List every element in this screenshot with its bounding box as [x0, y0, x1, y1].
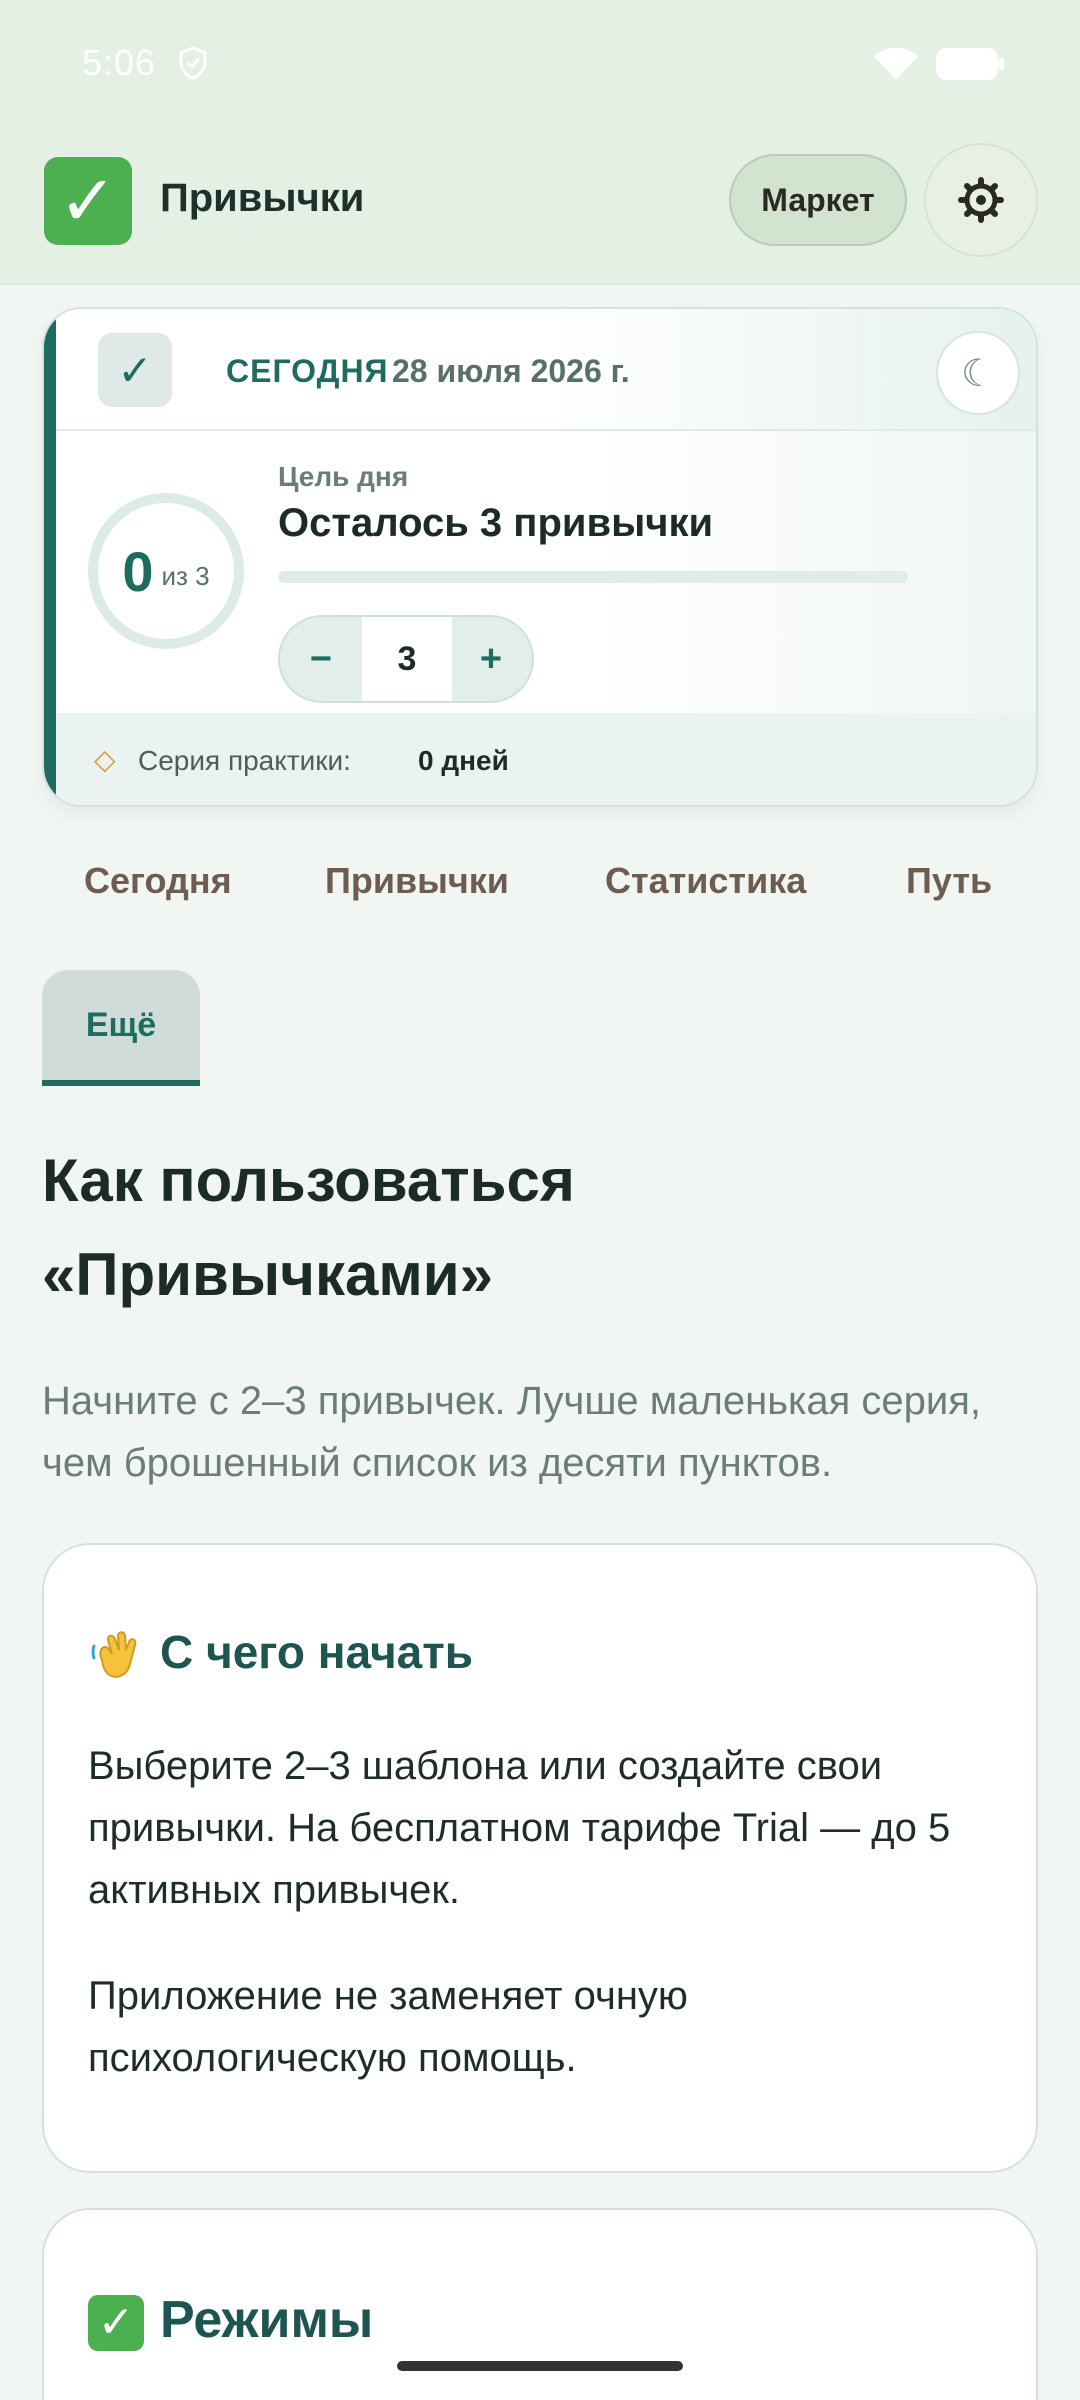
- home-indicator[interactable]: [397, 2361, 683, 2371]
- card-title: С чего начать: [160, 1626, 474, 1678]
- tab-path[interactable]: Путь: [906, 860, 992, 902]
- today-goal-section: 0 из 3 Цель дня Осталось 3 привычки − 3 …: [56, 431, 1036, 713]
- gear-icon: [958, 177, 1004, 223]
- card-accent-bar: [44, 309, 56, 805]
- app-title: Привычки: [160, 176, 365, 220]
- done-count: 0: [122, 539, 154, 603]
- moon-icon: ☾: [960, 352, 996, 395]
- app-logo-check-icon: ✓: [44, 157, 132, 245]
- top-bar-area: 5:06 ✓ Привычки Маркет: [0, 0, 1080, 285]
- goal-progress-bar: [278, 571, 908, 583]
- tab-today[interactable]: Сегодня: [84, 860, 232, 902]
- card-title-row: ✓ Режимы: [88, 2290, 374, 2352]
- card-paragraph: Приложение не заменяет очную психологиче…: [88, 1974, 688, 2080]
- card-title: Режимы: [160, 2291, 374, 2349]
- page-lead: Начните с 2–3 привычек. Лучше маленькая …: [42, 1379, 982, 1485]
- goal-caption: Цель дня: [278, 461, 409, 492]
- streak-value: 0 дней: [418, 745, 509, 776]
- waving-hand-icon: [91, 1631, 137, 1678]
- streak-row: ◇ Серия практики: 0 дней: [56, 713, 1036, 805]
- tab-more[interactable]: Ещё: [42, 970, 200, 1086]
- goal-text: Осталось 3 привычки: [278, 501, 714, 545]
- streak-label: Серия практики:: [138, 745, 351, 776]
- total-count: из 3: [161, 560, 210, 591]
- market-button[interactable]: Маркет: [729, 154, 907, 246]
- info-card-modes: ✓ Режимы: [42, 2208, 1038, 2400]
- page-title: Как пользоваться «Привычками»: [42, 1147, 575, 1308]
- check-icon: ✓: [98, 333, 172, 407]
- today-summary-card: ✓ СЕГОДНЯ 28 июля 2026 г. ☾ 0 из 3 Цель …: [42, 307, 1038, 807]
- battery-icon: [936, 48, 1004, 80]
- info-card-getting-started: С чего начать Выберите 2–3 шаблона или с…: [42, 1543, 1038, 2173]
- wifi-icon: [874, 47, 918, 80]
- dark-mode-toggle[interactable]: ☾: [936, 331, 1020, 415]
- today-label: СЕГОДНЯ: [226, 353, 389, 389]
- today-date: 28 июля 2026 г.: [392, 353, 630, 389]
- card-paragraph: Выберите 2–3 шаблона или создайте свои п…: [88, 1744, 951, 1912]
- daily-goal-stepper: − 3 +: [278, 615, 534, 703]
- progress-ring: 0 из 3: [88, 493, 244, 649]
- decrement-button[interactable]: −: [280, 617, 362, 701]
- card-title-row: С чего начать: [88, 1625, 473, 1682]
- status-time: 5:06: [82, 42, 157, 83]
- check-mark-button-icon: ✓: [88, 2295, 144, 2352]
- diamond-icon: ◇: [94, 744, 116, 775]
- today-header: ✓ СЕГОДНЯ 28 июля 2026 г. ☾: [56, 309, 1036, 431]
- increment-button[interactable]: +: [450, 617, 532, 701]
- tab-habits[interactable]: Привычки: [325, 860, 509, 902]
- status-bar: 5:06: [0, 0, 1080, 126]
- settings-button[interactable]: [924, 143, 1038, 257]
- shield-icon: [179, 46, 207, 80]
- stepper-value: 3: [362, 617, 452, 701]
- tab-statistics[interactable]: Статистика: [605, 860, 806, 902]
- app-bar: ✓ Привычки Маркет: [0, 126, 1080, 284]
